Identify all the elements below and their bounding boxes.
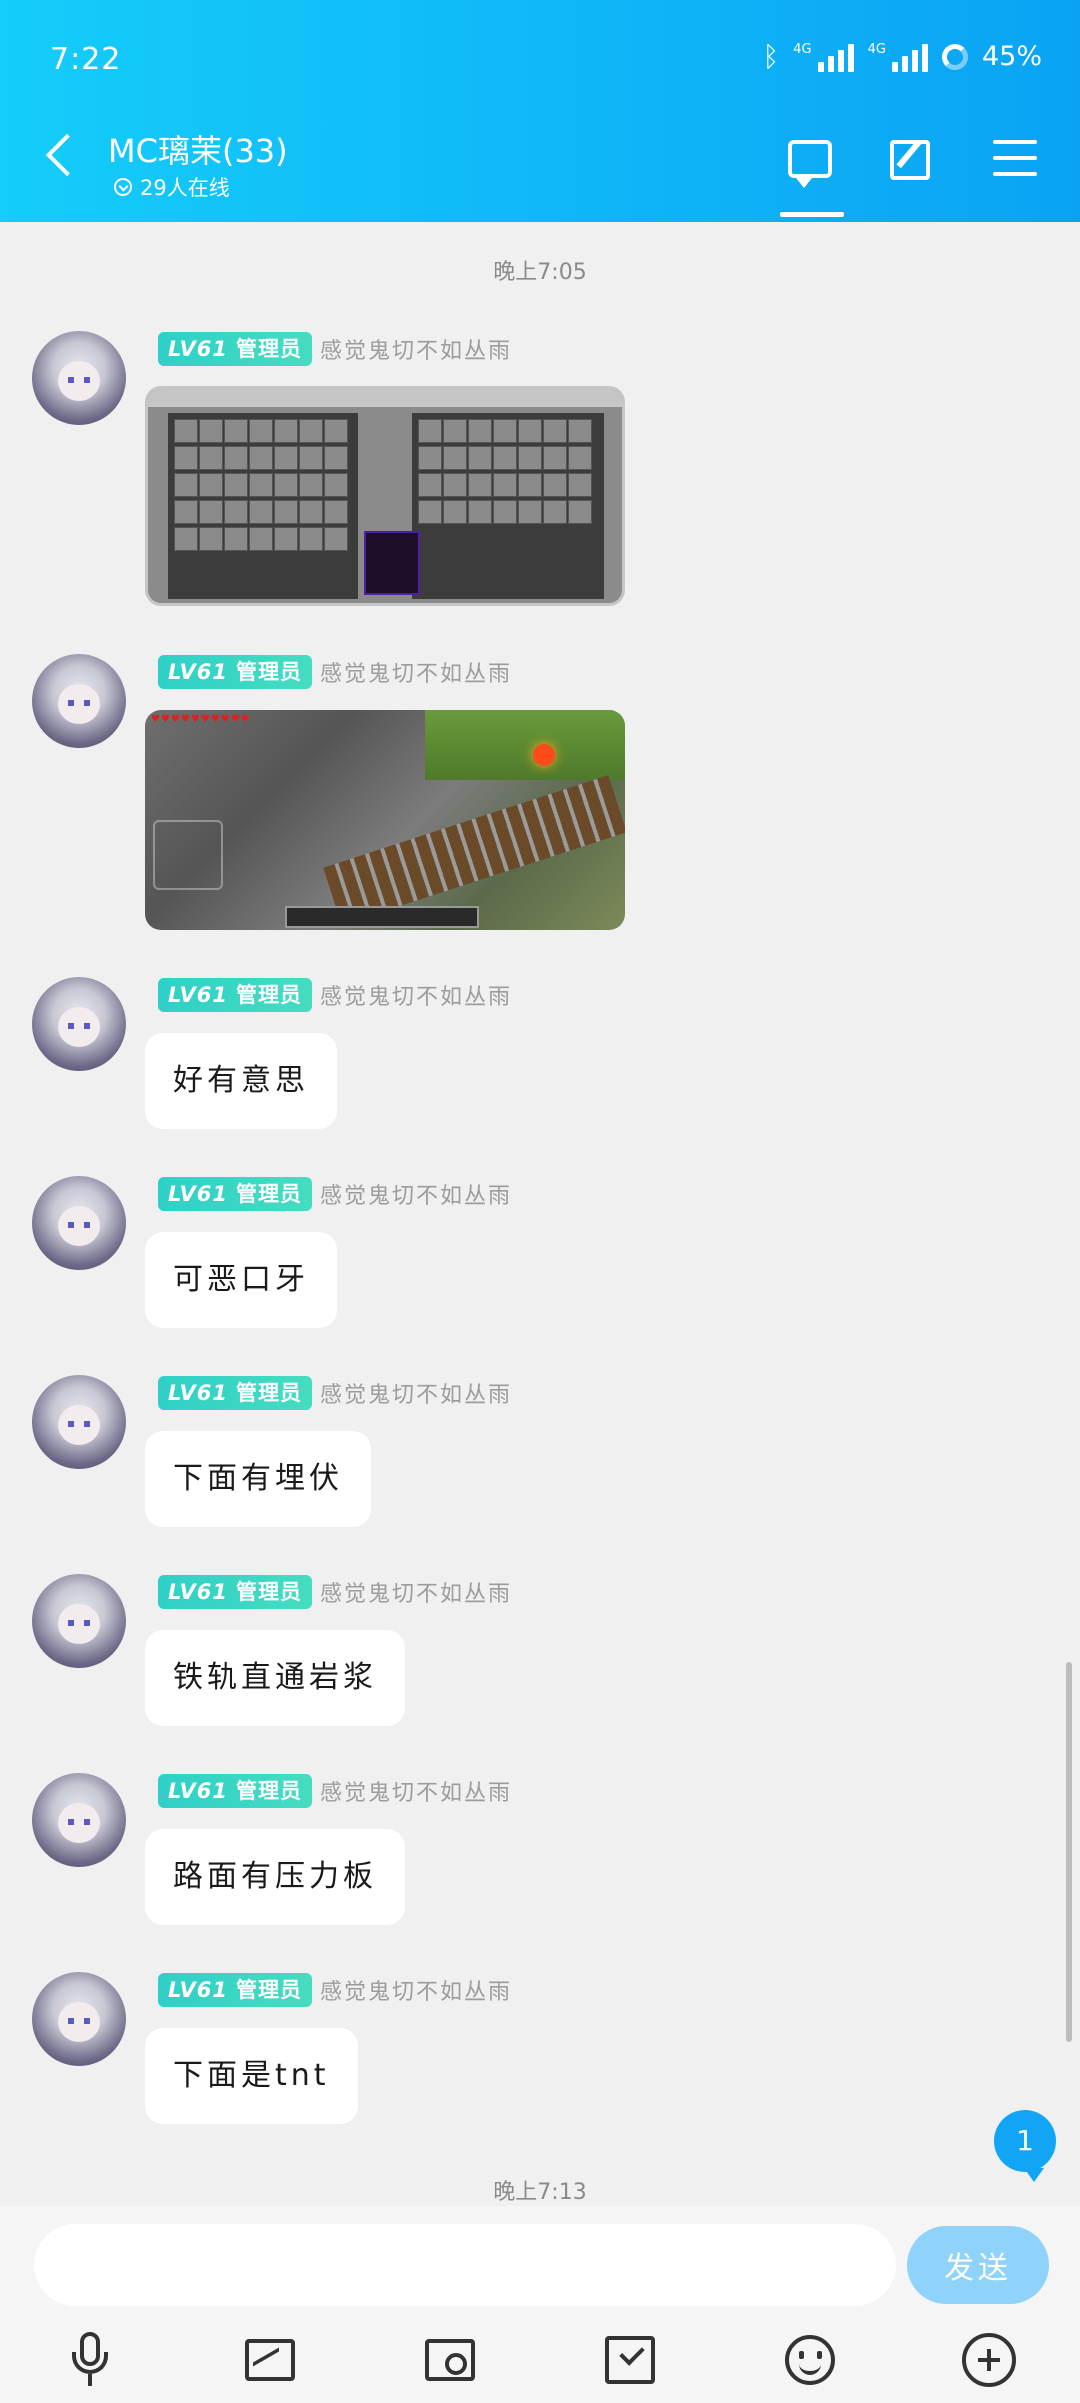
torch: [533, 744, 555, 766]
bluetooth-icon: ᛒ: [762, 40, 780, 73]
sender-name[interactable]: 感觉鬼切不如丛雨: [320, 333, 512, 365]
network-type-b: 4G: [867, 42, 886, 57]
send-button[interactable]: 发送: [907, 2226, 1049, 2304]
avatar[interactable]: [32, 331, 126, 425]
item-tooltip: [364, 531, 420, 595]
microphone-icon[interactable]: [62, 2332, 118, 2388]
message-bubble[interactable]: 铁轨直通岩浆: [145, 1630, 405, 1726]
red-packet-icon[interactable]: [602, 2332, 658, 2388]
edit-icon[interactable]: [890, 140, 930, 180]
message-timestamp: 晚上7:05: [493, 260, 587, 285]
game-screenshot-image[interactable]: ♥♥♥♥♥♥♥♥♥♥: [145, 710, 625, 930]
sender-name[interactable]: 感觉鬼切不如丛雨: [320, 1377, 512, 1409]
sender-name[interactable]: 感觉鬼切不如丛雨: [320, 1974, 512, 2006]
sender-meta: LV61 管理员 感觉鬼切不如丛雨: [158, 332, 512, 366]
avatar[interactable]: [32, 1574, 126, 1668]
inventory-grid: [174, 419, 348, 551]
image-icon[interactable]: [242, 2332, 298, 2388]
message-input[interactable]: [34, 2224, 896, 2306]
level-badge: LV61 管理员: [158, 332, 312, 366]
sender-name[interactable]: 感觉鬼切不如丛雨: [320, 979, 512, 1011]
scrollbar[interactable]: [1066, 1662, 1072, 2042]
dpad-control: [153, 820, 223, 890]
chevron-circle-icon: [114, 178, 132, 196]
sender-meta: LV61 管理员 感觉鬼切不如丛雨: [158, 655, 512, 689]
level-badge: LV61 管理员: [158, 1177, 312, 1211]
level-badge: LV61 管理员: [158, 1774, 312, 1808]
message-bubble[interactable]: 下面有埋伏: [145, 1431, 371, 1527]
level-badge: LV61 管理员: [158, 655, 312, 689]
sender-meta: LV61 管理员 感觉鬼切不如丛雨: [158, 1575, 512, 1609]
message-bubble[interactable]: 路面有压力板: [145, 1829, 405, 1925]
sender-meta: LV61 管理员 感觉鬼切不如丛雨: [158, 1376, 512, 1410]
active-tab-indicator: [780, 212, 844, 217]
battery-icon: [941, 43, 968, 70]
avatar[interactable]: [32, 1176, 126, 1270]
message-timestamp: 晚上7:13: [493, 2180, 587, 2205]
rail-track: [323, 775, 625, 925]
level-badge: LV61 管理员: [158, 1973, 312, 2007]
unread-badge[interactable]: 1: [994, 2110, 1056, 2182]
sender-name[interactable]: 感觉鬼切不如丛雨: [320, 656, 512, 688]
composer-bar: 发送: [0, 2206, 1080, 2403]
sender-name[interactable]: 感觉鬼切不如丛雨: [320, 1576, 512, 1608]
signal-icon-b: [891, 42, 928, 72]
avatar[interactable]: [32, 654, 126, 748]
back-icon[interactable]: [45, 133, 89, 177]
sender-name[interactable]: 感觉鬼切不如丛雨: [320, 1775, 512, 1807]
emoji-icon[interactable]: [782, 2332, 838, 2388]
sender-meta: LV61 管理员 感觉鬼切不如丛雨: [158, 978, 512, 1012]
sender-meta: LV61 管理员 感觉鬼切不如丛雨: [158, 1177, 512, 1211]
sender-name[interactable]: 感觉鬼切不如丛雨: [320, 1178, 512, 1210]
level-badge: LV61 管理员: [158, 1575, 312, 1609]
level-badge: LV61 管理员: [158, 978, 312, 1012]
status-time: 7:22: [50, 42, 122, 77]
sender-meta: LV61 管理员 感觉鬼切不如丛雨: [158, 1774, 512, 1808]
battery-level: 45%: [981, 41, 1042, 72]
avatar[interactable]: [32, 977, 126, 1071]
menu-icon[interactable]: [993, 140, 1037, 180]
chat-header: 7:22 ᛒ 4G 4G 45% MC璃茉(33) 29人在线: [0, 0, 1080, 222]
health-hearts: ♥♥♥♥♥♥♥♥♥♥: [151, 714, 251, 725]
inventory-screenshot-image[interactable]: [145, 386, 625, 606]
status-icons: ᛒ 4G 4G 45%: [762, 40, 1042, 73]
message-bubble[interactable]: 可恶口牙: [145, 1232, 337, 1328]
chest-grid: [418, 419, 592, 524]
game-hotbar: [285, 906, 479, 928]
camera-icon[interactable]: [422, 2332, 478, 2388]
avatar[interactable]: [32, 1375, 126, 1469]
online-count: 29人在线: [114, 172, 230, 202]
chat-bubble-icon[interactable]: [788, 140, 832, 188]
message-bubble[interactable]: 下面是tnt: [145, 2028, 358, 2124]
network-type-a: 4G: [793, 42, 812, 57]
signal-icon-a: [817, 42, 854, 72]
message-bubble[interactable]: 好有意思: [145, 1033, 337, 1129]
inventory-titlebar: [148, 389, 622, 407]
plus-icon[interactable]: [961, 2332, 1017, 2388]
avatar[interactable]: [32, 1773, 126, 1867]
grass-blocks: [425, 710, 625, 780]
sender-meta: LV61 管理员 感觉鬼切不如丛雨: [158, 1973, 512, 2007]
level-badge: LV61 管理员: [158, 1376, 312, 1410]
avatar[interactable]: [32, 1972, 126, 2066]
online-text: 29人在线: [140, 176, 230, 200]
group-title[interactable]: MC璃茉(33): [108, 126, 288, 172]
